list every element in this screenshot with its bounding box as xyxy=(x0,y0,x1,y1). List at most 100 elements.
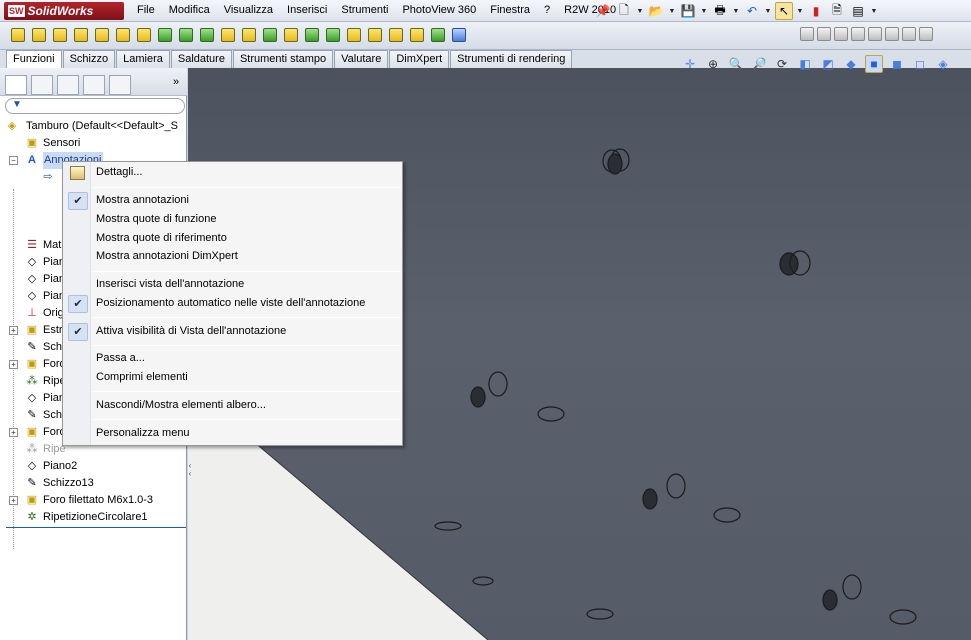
zoom-in-out-icon[interactable]: 🔎 xyxy=(750,55,768,73)
menu-item-mostra-quote-riferimento[interactable]: Mostra quote di riferimento xyxy=(63,230,402,248)
tab-valutare[interactable]: Valutare xyxy=(334,50,389,68)
chevron-down-icon[interactable]: ▼ xyxy=(732,2,740,20)
section-view-icon[interactable]: ◧ xyxy=(796,55,814,73)
zoom-to-fit-icon[interactable] xyxy=(817,27,831,41)
options-icon[interactable]: ▤ xyxy=(849,2,867,20)
chevron-down-icon[interactable]: ▼ xyxy=(636,2,644,20)
chamfer-icon[interactable] xyxy=(239,25,258,45)
loft-icon[interactable] xyxy=(71,25,90,45)
section-view-icon[interactable] xyxy=(868,27,882,41)
view-orientation-icon[interactable]: ◩ xyxy=(819,55,837,73)
chevron-down-icon[interactable]: ▼ xyxy=(668,2,676,20)
menu-item-personalizza-menu[interactable]: Personalizza menu xyxy=(63,425,402,443)
menu-item-attiva-visibilita[interactable]: ✔ Attiva visibilità di Vista dell'annota… xyxy=(63,323,402,341)
hide-show-icon[interactable] xyxy=(902,27,916,41)
lofted-cut-icon[interactable] xyxy=(197,25,216,45)
menu-help[interactable]: ? xyxy=(537,0,557,22)
menu-item-mostra-annotazioni[interactable]: ✔ Mostra annotazioni xyxy=(63,192,402,210)
tab-strumenti-rendering[interactable]: Strumenti di rendering xyxy=(450,50,573,68)
display-style-icon[interactable]: ◆ xyxy=(842,55,860,73)
edit-appearance-icon[interactable] xyxy=(919,27,933,41)
chevron-down-icon[interactable]: ▼ xyxy=(700,2,708,20)
menu-item-mostra-dimxpert[interactable]: Mostra annotazioni DimXpert xyxy=(63,248,402,266)
expand-toggle-icon[interactable]: + xyxy=(9,360,18,369)
propertymanager-tab-icon[interactable] xyxy=(31,75,53,95)
instant3d-icon[interactable] xyxy=(449,25,468,45)
menu-photoview[interactable]: PhotoView 360 xyxy=(395,0,483,22)
configurationmanager-tab-icon[interactable] xyxy=(57,75,79,95)
revolve-icon[interactable] xyxy=(29,25,48,45)
tab-funzioni[interactable]: Funzioni xyxy=(6,50,62,68)
chevron-down-icon[interactable]: ▼ xyxy=(870,2,878,20)
hidden-lines-icon[interactable]: ◼ xyxy=(888,55,906,73)
collapse-toggle-icon[interactable]: − xyxy=(9,156,18,165)
tab-strumenti-stampo[interactable]: Strumenti stampo xyxy=(232,50,334,68)
rollback-bar[interactable] xyxy=(6,527,186,528)
extruded-cut-icon[interactable] xyxy=(113,25,132,45)
mirror-icon[interactable] xyxy=(386,25,405,45)
menu-strumenti[interactable]: Strumenti xyxy=(334,0,395,22)
expand-toggle-icon[interactable]: + xyxy=(9,496,18,505)
linear-pattern-icon[interactable] xyxy=(260,25,279,45)
shaded-icon[interactable]: ■ xyxy=(865,55,883,73)
rib-icon[interactable] xyxy=(281,25,300,45)
previous-view-icon[interactable] xyxy=(851,27,865,41)
menu-finestra[interactable]: Finestra xyxy=(483,0,537,22)
tab-saldature[interactable]: Saldature xyxy=(170,50,232,68)
zoom-fit-icon[interactable]: ⊕ xyxy=(704,55,722,73)
print-icon[interactable]: 🖶 xyxy=(711,2,729,20)
open-folder-icon[interactable]: 📂 xyxy=(647,2,665,20)
swept-cut-icon[interactable] xyxy=(176,25,195,45)
tree-item-piano2[interactable]: ◇ Piano2 xyxy=(0,458,187,475)
rotate-view-icon[interactable]: ⟳ xyxy=(773,55,791,73)
tab-schizzo[interactable]: Schizzo xyxy=(62,50,116,68)
zoom-area-icon[interactable] xyxy=(834,27,848,41)
solidworks-logo[interactable]: SW SolidWorks xyxy=(4,2,124,20)
more-tabs-chevron-icon[interactable]: » xyxy=(173,76,179,88)
chevron-down-icon[interactable]: ▼ xyxy=(764,2,772,20)
sweep-icon[interactable] xyxy=(50,25,69,45)
tab-dimxpert[interactable]: DimXpert xyxy=(389,50,450,68)
dome-icon[interactable] xyxy=(365,25,384,45)
wireframe-icon[interactable]: ◻ xyxy=(911,55,929,73)
menu-visualizza[interactable]: Visualizza xyxy=(217,0,280,22)
undo-icon[interactable]: ↶ xyxy=(743,2,761,20)
menu-modifica[interactable]: Modifica xyxy=(162,0,217,22)
view-orientation-icon[interactable] xyxy=(800,27,814,41)
chevron-down-icon[interactable]: ▼ xyxy=(796,2,804,20)
file-properties-icon[interactable]: 🗎 xyxy=(828,2,846,20)
menu-item-nascondi-mostra[interactable]: Nascondi/Mostra elementi albero... xyxy=(63,397,402,415)
select-cursor-icon[interactable]: ↖ xyxy=(775,2,793,20)
menu-item-comprimi-elementi[interactable]: Comprimi elementi xyxy=(63,369,402,387)
zoom-area-icon[interactable]: 🔍 xyxy=(727,55,745,73)
extruded-boss-icon[interactable] xyxy=(8,25,27,45)
curves-icon[interactable] xyxy=(428,25,447,45)
fillet-icon[interactable] xyxy=(218,25,237,45)
menu-item-passa-a[interactable]: Passa a... xyxy=(63,350,402,368)
wrap-icon[interactable] xyxy=(344,25,363,45)
tab-lamiera[interactable]: Lamiera xyxy=(116,50,170,68)
displaymanager-tab-icon[interactable] xyxy=(109,75,131,95)
menu-item-inserisci-vista[interactable]: Inserisci vista dell'annotazione xyxy=(63,276,402,294)
boundary-icon[interactable] xyxy=(92,25,111,45)
menu-file[interactable]: File xyxy=(130,0,162,22)
expand-toggle-icon[interactable]: + xyxy=(9,428,18,437)
menu-item-mostra-quote-funzione[interactable]: Mostra quote di funzione xyxy=(63,211,402,229)
crosshair-icon[interactable]: ✛ xyxy=(681,55,699,73)
appearance-icon[interactable]: ◈ xyxy=(934,55,952,73)
tree-item-ripetizione-circolare[interactable]: ✲ RipetizioneCircolare1 xyxy=(0,509,187,526)
hole-wizard-icon[interactable] xyxy=(134,25,153,45)
save-icon[interactable]: 💾 xyxy=(679,2,697,20)
draft-icon[interactable] xyxy=(302,25,321,45)
revolved-cut-icon[interactable] xyxy=(155,25,174,45)
menu-inserisci[interactable]: Inserisci xyxy=(280,0,334,22)
menu-item-dettagli[interactable]: Dettagli... xyxy=(63,164,402,182)
tree-item-foro-filettato[interactable]: + ▣ Foro filettato M6x1.0-3 xyxy=(0,492,187,509)
tree-item-schizzo13[interactable]: ✎ Schizzo13 xyxy=(0,475,187,492)
shell-icon[interactable] xyxy=(323,25,342,45)
display-style-icon[interactable] xyxy=(885,27,899,41)
reference-geometry-icon[interactable] xyxy=(407,25,426,45)
pushpin-icon[interactable]: 📌 xyxy=(594,2,612,20)
tree-item-sensori[interactable]: ▣ Sensori xyxy=(0,135,187,152)
new-document-icon[interactable]: 🗋 xyxy=(615,2,633,20)
